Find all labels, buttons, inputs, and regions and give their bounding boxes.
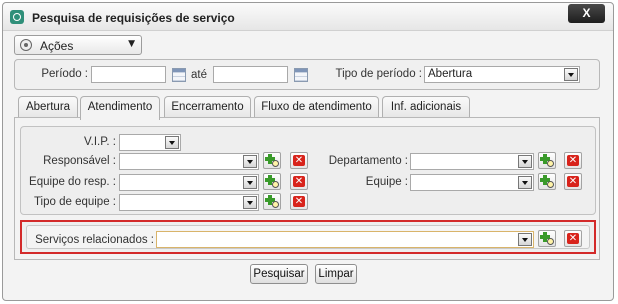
remove-responsavel-button[interactable]: ✕	[290, 152, 308, 169]
dropdown-arrow-icon[interactable]	[165, 136, 179, 149]
equipe-resp-select[interactable]	[119, 174, 259, 191]
title-bar: Pesquisa de requisições de serviço X	[3, 3, 613, 31]
delete-icon: ✕	[293, 196, 305, 207]
tab-encerramento[interactable]: Encerramento	[164, 96, 251, 118]
actions-label: Ações	[40, 39, 74, 53]
dropdown-arrow-icon[interactable]	[243, 155, 257, 168]
vip-label: V.I.P. :	[84, 136, 116, 148]
chevron-down-icon: ▼	[128, 39, 135, 49]
tab-abertura[interactable]: Abertura	[18, 96, 78, 118]
period-type-label: Tipo de período :	[335, 68, 422, 80]
delete-icon: ✕	[293, 176, 305, 187]
responsavel-select[interactable]	[119, 153, 259, 170]
add-responsavel-button[interactable]	[263, 152, 281, 169]
remove-equipe-resp-button[interactable]: ✕	[290, 173, 308, 190]
actions-dropdown[interactable]: Ações ▼	[14, 35, 142, 55]
clear-button[interactable]: Limpar	[315, 264, 357, 284]
departamento-label: Departamento :	[328, 155, 408, 167]
search-icon	[547, 160, 554, 167]
search-icon	[272, 160, 279, 167]
calendar-icon[interactable]	[172, 68, 186, 82]
close-button[interactable]: X	[568, 4, 605, 23]
servicos-relacionados-select[interactable]	[156, 231, 534, 248]
dropdown-arrow-icon[interactable]	[243, 176, 257, 189]
search-button[interactable]: Pesquisar	[250, 264, 308, 284]
period-end-input[interactable]	[213, 66, 288, 83]
add-departamento-button[interactable]	[538, 152, 556, 169]
search-icon	[547, 181, 554, 188]
tipo-equipe-select[interactable]	[119, 194, 259, 211]
until-label: até	[191, 69, 207, 81]
equipe-resp-label: Equipe do resp. :	[29, 176, 116, 188]
search-icon	[547, 238, 554, 245]
dropdown-arrow-icon[interactable]	[518, 233, 532, 246]
add-equipe-button[interactable]	[538, 173, 556, 190]
period-label: Período :	[41, 68, 88, 80]
period-type-select[interactable]: Abertura	[424, 66, 580, 83]
app-logo-icon	[10, 10, 24, 24]
delete-icon: ✕	[567, 176, 579, 187]
responsavel-label: Responsável :	[43, 155, 116, 167]
equipe-label: Equipe :	[365, 176, 408, 188]
tab-atendimento[interactable]: Atendimento	[80, 96, 160, 120]
add-tipo-equipe-button[interactable]	[263, 193, 281, 210]
gear-icon	[20, 39, 32, 51]
remove-departamento-button[interactable]: ✕	[564, 152, 582, 169]
servicos-relacionados-label: Serviços relacionados :	[35, 234, 154, 246]
dropdown-arrow-icon[interactable]	[518, 176, 532, 189]
add-servico-button[interactable]	[538, 230, 556, 247]
remove-tipo-equipe-button[interactable]: ✕	[290, 193, 308, 210]
search-icon	[272, 181, 279, 188]
add-equipe-resp-button[interactable]	[263, 173, 281, 190]
equipe-select[interactable]	[410, 174, 534, 191]
calendar-icon[interactable]	[294, 68, 308, 82]
search-icon	[272, 201, 279, 208]
remove-servico-button[interactable]: ✕	[564, 230, 582, 247]
dropdown-arrow-icon[interactable]	[564, 68, 578, 81]
delete-icon: ✕	[567, 155, 579, 166]
departamento-select[interactable]	[410, 153, 534, 170]
period-start-input[interactable]	[91, 66, 166, 83]
tab-fluxo-de-atendimento[interactable]: Fluxo de atendimento	[254, 96, 379, 118]
tipo-equipe-label: Tipo de equipe :	[33, 196, 116, 208]
delete-icon: ✕	[293, 155, 305, 166]
period-type-value: Abertura	[428, 68, 473, 80]
dialog-title: Pesquisa de requisições de serviço	[32, 11, 235, 25]
remove-equipe-button[interactable]: ✕	[564, 173, 582, 190]
dropdown-arrow-icon[interactable]	[243, 196, 257, 209]
tab-inf-adicionais[interactable]: Inf. adicionais	[382, 96, 470, 118]
dropdown-arrow-icon[interactable]	[518, 155, 532, 168]
vip-select[interactable]	[119, 134, 181, 151]
delete-icon: ✕	[567, 233, 579, 244]
